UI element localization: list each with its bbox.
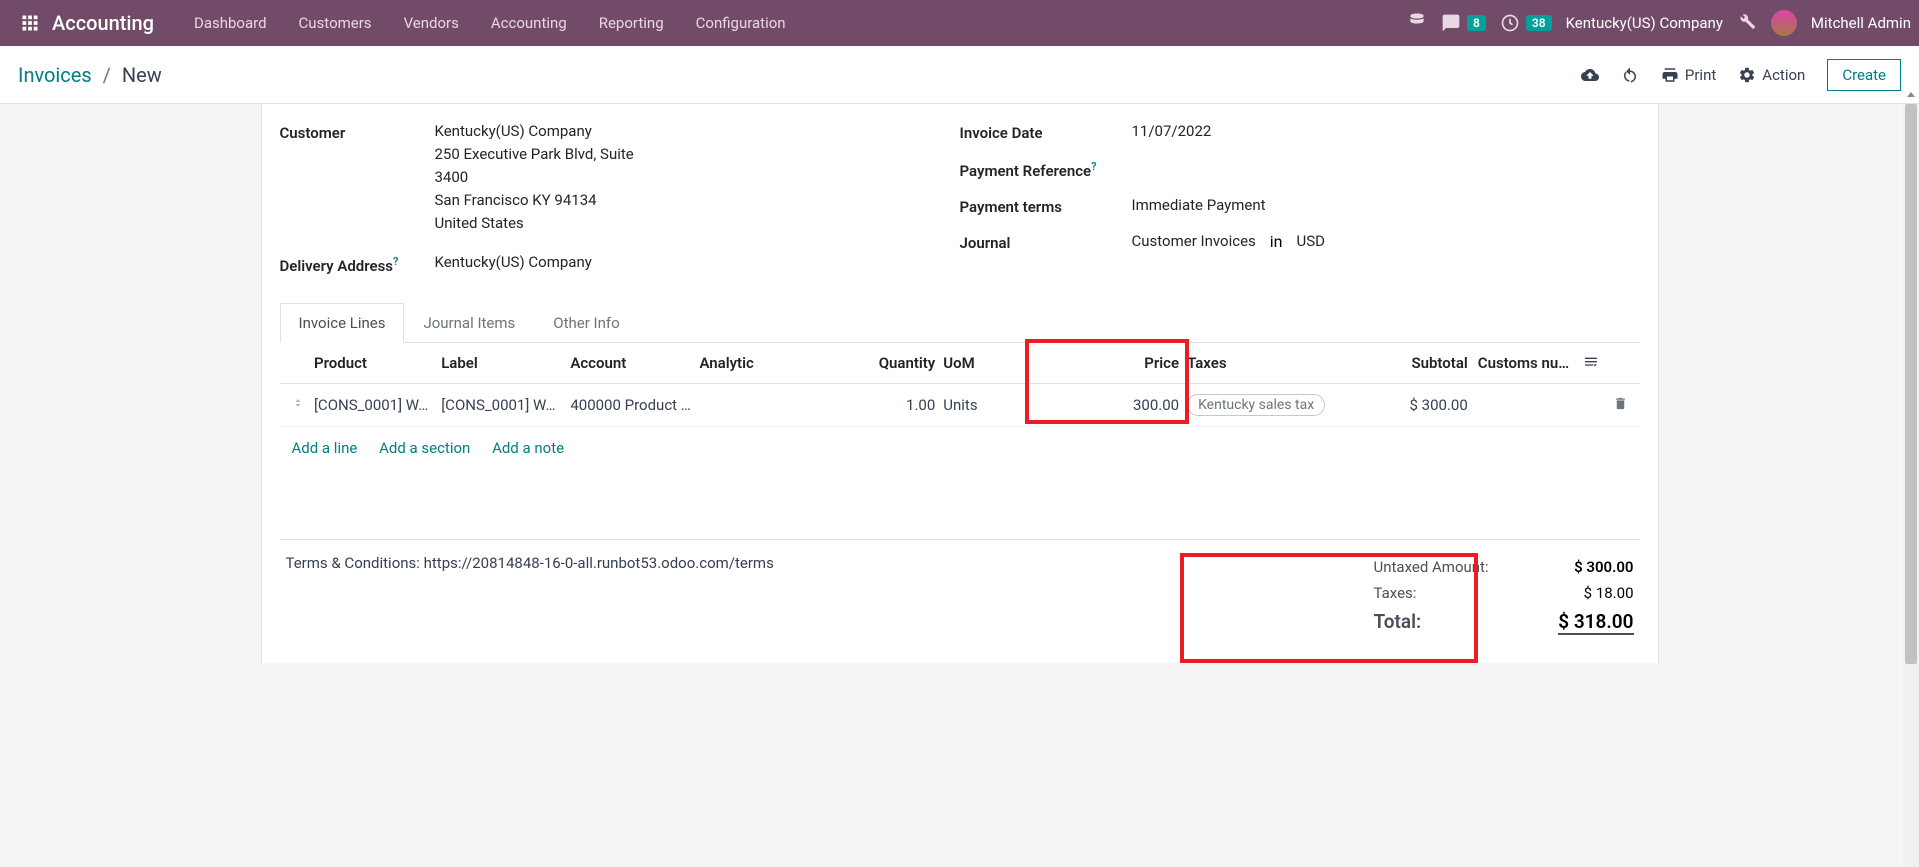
- tab-other-info[interactable]: Other Info: [534, 303, 638, 342]
- payment-terms-label: Payment terms: [960, 196, 1132, 216]
- cell-product[interactable]: [CONS_0001] W…: [314, 396, 441, 414]
- create-button[interactable]: Create: [1827, 59, 1901, 91]
- th-uom[interactable]: UoM: [935, 354, 1029, 372]
- contacts-icon[interactable]: [1407, 11, 1427, 35]
- table-row[interactable]: [CONS_0001] W… [CONS_0001] W… 400000 Pro…: [280, 384, 1640, 427]
- drag-handle-icon[interactable]: [292, 396, 314, 414]
- invoice-tabs: Invoice Lines Journal Items Other Info: [280, 303, 1640, 343]
- print-button[interactable]: Print: [1661, 66, 1716, 84]
- help-icon[interactable]: ?: [1091, 160, 1096, 173]
- breadcrumb-invoices[interactable]: Invoices: [18, 63, 92, 87]
- apps-icon[interactable]: [18, 11, 42, 35]
- action-button[interactable]: Action: [1738, 66, 1805, 84]
- scrollbar[interactable]: [1903, 104, 1919, 867]
- tax-tag[interactable]: Kentucky sales tax: [1187, 394, 1325, 416]
- delivery-value[interactable]: Kentucky(US) Company: [435, 253, 592, 271]
- nav-vendors[interactable]: Vendors: [388, 0, 475, 46]
- th-account[interactable]: Account: [570, 354, 699, 372]
- add-section-button[interactable]: Add a section: [379, 439, 470, 457]
- untaxed-value: $ 300.00: [1574, 558, 1633, 576]
- breadcrumb-sep: /: [103, 63, 111, 87]
- total-label: Total:: [1374, 610, 1422, 635]
- form-sheet: Customer Kentucky(US) Company 250 Execut…: [261, 104, 1659, 663]
- taxes-value: $ 18.00: [1584, 584, 1634, 602]
- add-links: Add a line Add a section Add a note: [280, 427, 1640, 469]
- totals-block: Untaxed Amount: $ 300.00 Taxes: $ 18.00 …: [1374, 554, 1634, 639]
- th-quantity[interactable]: Quantity: [859, 354, 936, 372]
- untaxed-label: Untaxed Amount:: [1374, 558, 1489, 576]
- cell-uom[interactable]: Units: [935, 396, 1029, 414]
- journal-value[interactable]: Customer Invoices: [1132, 232, 1256, 250]
- delivery-label: Delivery Address?: [280, 253, 435, 275]
- th-label[interactable]: Label: [441, 354, 570, 372]
- payment-terms-field: Payment terms Immediate Payment: [960, 196, 1640, 216]
- cell-subtotal: $ 300.00: [1329, 396, 1467, 414]
- in-label: in: [1270, 232, 1283, 251]
- delete-row-icon[interactable]: [1599, 396, 1627, 415]
- cell-taxes[interactable]: Kentucky sales tax: [1179, 394, 1329, 416]
- user-name[interactable]: Mitchell Admin: [1811, 14, 1911, 32]
- settings-icon[interactable]: [1571, 353, 1599, 373]
- journal-label: Journal: [960, 232, 1132, 252]
- form-footer: Terms & Conditions: https://20814848-16-…: [280, 540, 1640, 639]
- payment-terms-value[interactable]: Immediate Payment: [1132, 196, 1266, 214]
- add-note-button[interactable]: Add a note: [492, 439, 564, 457]
- th-product[interactable]: Product: [314, 354, 441, 372]
- journal-field: Journal Customer Invoices in USD: [960, 232, 1640, 252]
- messages-badge: 8: [1467, 15, 1486, 31]
- breadcrumb-current: New: [122, 63, 162, 87]
- total-value: $ 318.00: [1558, 610, 1633, 635]
- help-icon[interactable]: ?: [393, 255, 398, 268]
- customer-field: Customer Kentucky(US) Company 250 Execut…: [280, 122, 960, 237]
- add-line-button[interactable]: Add a line: [292, 439, 358, 457]
- nav-accounting[interactable]: Accounting: [475, 0, 583, 46]
- scroll-thumb[interactable]: [1905, 104, 1917, 664]
- terms-and-conditions[interactable]: Terms & Conditions: https://20814848-16-…: [286, 554, 774, 572]
- cell-account[interactable]: 400000 Product …: [570, 396, 699, 414]
- invoice-lines-table: Product Label Account Analytic Quantity …: [280, 343, 1640, 540]
- delivery-field: Delivery Address? Kentucky(US) Company: [280, 253, 960, 275]
- invoice-date-value[interactable]: 11/07/2022: [1132, 122, 1212, 140]
- activities-button[interactable]: 38: [1500, 13, 1552, 33]
- tab-invoice-lines[interactable]: Invoice Lines: [280, 303, 405, 343]
- th-subtotal[interactable]: Subtotal: [1329, 354, 1467, 372]
- nav-dashboard[interactable]: Dashboard: [178, 0, 283, 46]
- th-customs[interactable]: Customs nu…: [1468, 354, 1572, 372]
- activities-badge: 38: [1526, 15, 1552, 31]
- table-header: Product Label Account Analytic Quantity …: [280, 343, 1640, 384]
- invoice-date-label: Invoice Date: [960, 122, 1132, 142]
- control-bar: Invoices / New Print Action Create: [0, 46, 1919, 104]
- scroll-up-icon[interactable]: [1903, 86, 1919, 104]
- app-title[interactable]: Accounting: [52, 11, 154, 35]
- company-switcher[interactable]: Kentucky(US) Company: [1566, 14, 1723, 32]
- nav-customers[interactable]: Customers: [283, 0, 388, 46]
- th-analytic[interactable]: Analytic: [699, 354, 858, 372]
- payment-ref-field: Payment Reference?: [960, 158, 1640, 180]
- nav-configuration[interactable]: Configuration: [680, 0, 802, 46]
- customer-label: Customer: [280, 122, 435, 142]
- tools-icon[interactable]: [1737, 11, 1757, 35]
- currency-value[interactable]: USD: [1297, 232, 1325, 250]
- nav-reporting[interactable]: Reporting: [583, 0, 680, 46]
- payment-ref-label: Payment Reference?: [960, 158, 1132, 180]
- th-price[interactable]: Price: [1029, 354, 1179, 372]
- cell-label[interactable]: [CONS_0001] W…: [441, 396, 570, 414]
- discard-button[interactable]: [1621, 66, 1639, 84]
- cell-price[interactable]: 300.00: [1029, 396, 1179, 414]
- invoice-date-field: Invoice Date 11/07/2022: [960, 122, 1640, 142]
- cell-quantity[interactable]: 1.00: [859, 396, 936, 414]
- th-taxes[interactable]: Taxes: [1179, 354, 1329, 372]
- main-navbar: Accounting Dashboard Customers Vendors A…: [0, 0, 1919, 46]
- cloud-save-button[interactable]: [1581, 66, 1599, 84]
- avatar[interactable]: [1771, 10, 1797, 36]
- customer-value[interactable]: Kentucky(US) Company 250 Executive Park …: [435, 122, 634, 237]
- messages-button[interactable]: 8: [1441, 13, 1486, 33]
- tab-journal-items[interactable]: Journal Items: [404, 303, 534, 342]
- taxes-label: Taxes:: [1374, 584, 1417, 602]
- breadcrumb: Invoices / New: [18, 63, 162, 87]
